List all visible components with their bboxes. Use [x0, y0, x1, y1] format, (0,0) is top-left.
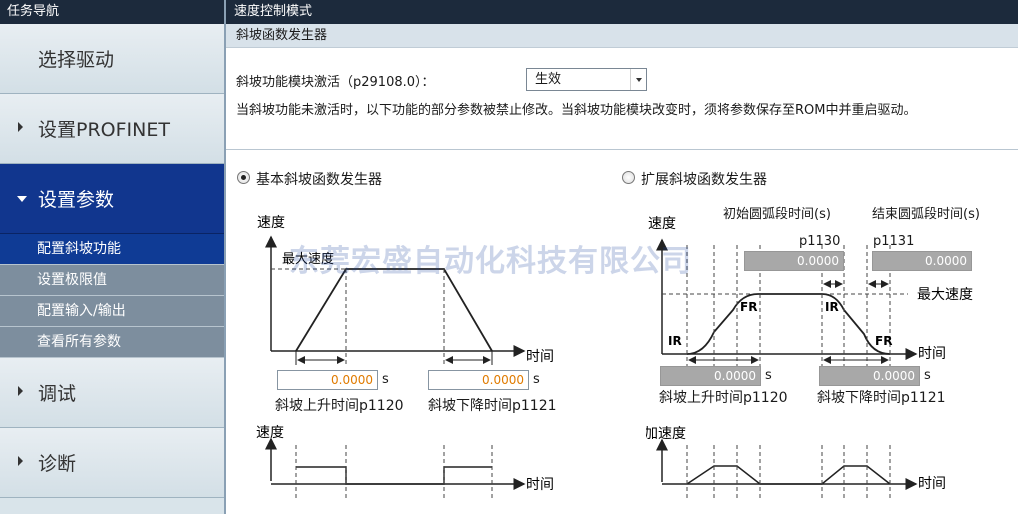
- nav-item-label: 调试: [38, 383, 77, 405]
- main-panel: 速度控制模式 斜坡函数发生器 斜坡功能模块激活（p29108.0）： 生效 当斜…: [224, 0, 1018, 514]
- ir-label: IR: [825, 300, 839, 314]
- extended-ramp-radio[interactable]: [622, 171, 635, 184]
- time-label-accel: 时间: [526, 477, 554, 493]
- nav-item-parameters[interactable]: 设置参数: [0, 164, 224, 234]
- basic-rampdown-label: 斜坡下降时间p1121: [428, 398, 557, 414]
- speed-label: 速度: [257, 215, 285, 231]
- extended-rampup-input[interactable]: 0.0000: [660, 366, 761, 386]
- chevron-down-icon: [17, 196, 27, 202]
- initial-round-label: 初始圆弧段时间(s): [723, 207, 831, 222]
- nav-header: 任务导航: [0, 0, 224, 24]
- nav-item-label: 诊断: [38, 453, 77, 475]
- time-label: 时间: [526, 349, 554, 365]
- nav-item-diagnostics[interactable]: 诊断: [0, 428, 224, 498]
- app-window: 任务导航 选择驱动 设置PROFINET 设置参数 配置斜坡功能 设置极限值 配…: [0, 0, 1018, 514]
- final-round-label: 结束圆弧段时间(s): [872, 207, 980, 222]
- extended-rampdown-label: 斜坡下降时间p1121: [817, 390, 946, 406]
- extended-rampdown-input[interactable]: 0.0000: [819, 366, 920, 386]
- accel-label: 加速度: [256, 425, 284, 441]
- accel-label: 加速度: [646, 426, 686, 442]
- chevron-down-icon: [630, 69, 646, 90]
- chevron-right-icon: [18, 386, 23, 396]
- accel-profile: [296, 466, 492, 485]
- extended-rampup-label: 斜坡上升时间p1120: [659, 390, 788, 406]
- fr-label: FR: [875, 334, 892, 348]
- nav-subitem-ramp[interactable]: 配置斜坡功能: [0, 234, 224, 265]
- accel-profile: [686, 465, 891, 485]
- speed-label: 速度: [648, 216, 676, 232]
- nav-item-label: 选择驱动: [38, 49, 115, 71]
- unit-label: s: [382, 372, 389, 387]
- p1130-label: p1130: [799, 234, 841, 249]
- p1131-input[interactable]: 0.0000: [872, 251, 972, 271]
- speed-profile: [686, 293, 891, 355]
- activation-value: 生效: [535, 72, 562, 87]
- unit-label: s: [765, 368, 772, 383]
- nav-subitem-limits[interactable]: 设置极限值: [0, 265, 224, 296]
- p1130-input[interactable]: 0.0000: [744, 251, 844, 271]
- speed-profile: [295, 268, 493, 352]
- max-speed-label: 最大速度: [917, 287, 973, 303]
- extended-ramp-label[interactable]: 扩展斜坡函数发生器: [641, 169, 767, 189]
- task-navigation: 任务导航 选择驱动 设置PROFINET 设置参数 配置斜坡功能 设置极限值 配…: [0, 0, 224, 514]
- nav-item-label: 设置PROFINET: [38, 119, 170, 141]
- chevron-right-icon: [18, 122, 23, 132]
- nav-subitem-io[interactable]: 配置输入/输出: [0, 296, 224, 327]
- unit-label: s: [533, 372, 540, 387]
- p1131-label: p1131: [873, 234, 915, 249]
- ir-label: IR: [668, 334, 682, 348]
- info-text: 当斜坡功能未激活时，以下功能的部分参数被禁止修改。当斜坡功能模块改变时，须将参数…: [236, 103, 917, 118]
- basic-rampup-input[interactable]: 0.0000: [277, 370, 378, 390]
- basic-ramp-label[interactable]: 基本斜坡函数发生器: [256, 169, 382, 189]
- fr-label: FR: [740, 300, 757, 314]
- nav-item-profinet[interactable]: 设置PROFINET: [0, 94, 224, 164]
- time-label-accel: 时间: [918, 476, 946, 492]
- activation-select[interactable]: 生效: [526, 68, 647, 91]
- nav-item-select-drive[interactable]: 选择驱动: [0, 24, 224, 94]
- section-title: 斜坡函数发生器: [226, 24, 1018, 48]
- nav-item-commissioning[interactable]: 调试: [0, 358, 224, 428]
- unit-label: s: [924, 368, 931, 383]
- divider: [226, 149, 1018, 150]
- time-label: 时间: [918, 346, 946, 362]
- nav-item-label: 设置参数: [38, 189, 115, 211]
- basic-ramp-radio[interactable]: [237, 171, 250, 184]
- basic-rampdown-input[interactable]: 0.0000: [428, 370, 529, 390]
- basic-rampup-label: 斜坡上升时间p1120: [275, 398, 404, 414]
- chevron-right-icon: [18, 456, 23, 466]
- activation-label: 斜坡功能模块激活（p29108.0）：: [236, 75, 435, 90]
- main-header: 速度控制模式: [226, 0, 1018, 24]
- nav-subitem-all-params[interactable]: 查看所有参数: [0, 327, 224, 358]
- watermark: 东莞宏盛自动化科技有限公司: [289, 244, 692, 279]
